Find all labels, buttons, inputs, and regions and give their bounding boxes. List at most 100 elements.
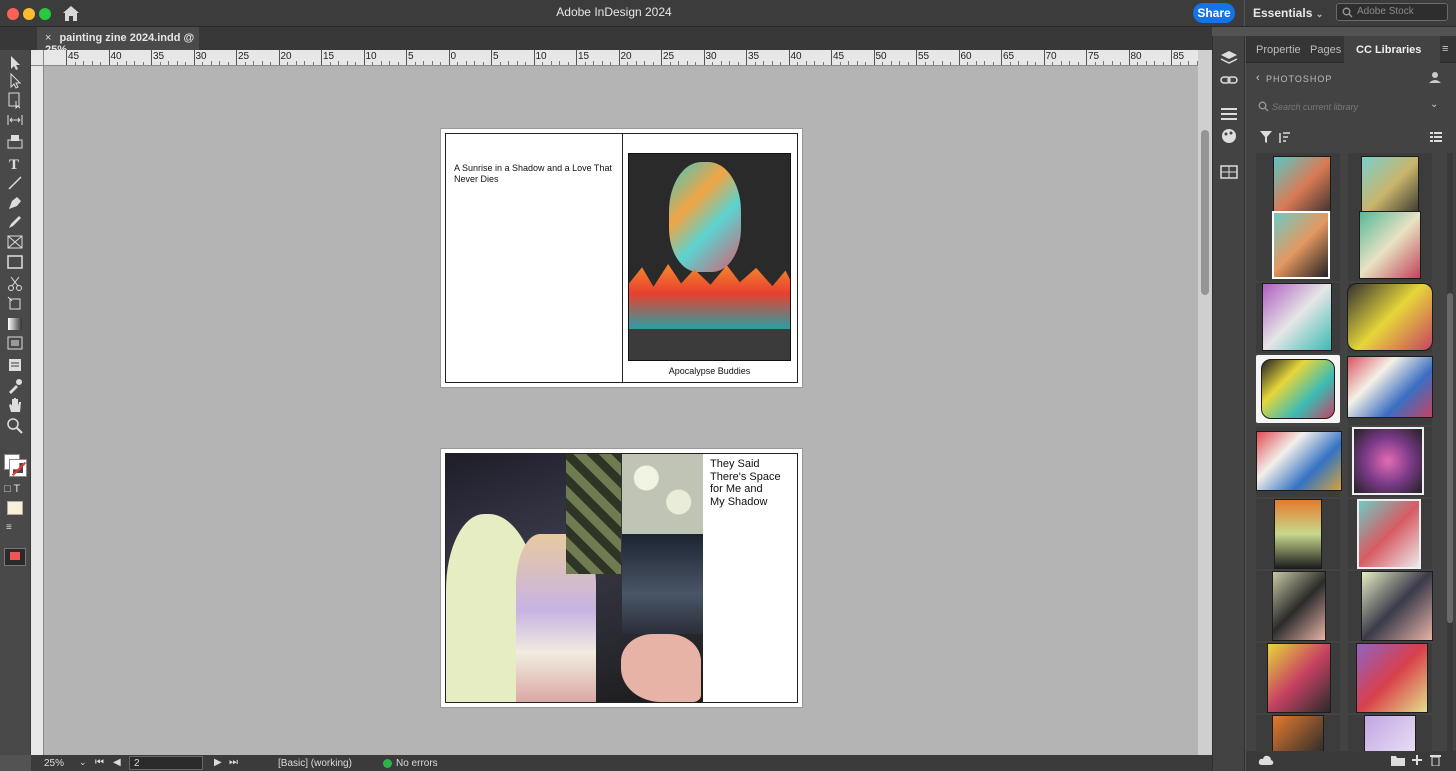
panel-scrollbar[interactable] (1447, 153, 1453, 751)
library-asset[interactable] (1347, 283, 1433, 353)
zoom-level[interactable]: 25% (44, 758, 64, 769)
library-asset[interactable] (1256, 283, 1340, 353)
adobe-stock-search[interactable]: Adobe Stock (1336, 3, 1448, 21)
artwork-image-shadow[interactable] (446, 454, 703, 702)
screen-mode-button[interactable]: ≡ (6, 522, 24, 536)
preflight-profile[interactable]: [Basic] (working) (278, 758, 352, 769)
status-ok-icon (383, 759, 392, 768)
links-icon[interactable] (1220, 72, 1238, 88)
artwork-text-line[interactable]: There's Space (710, 471, 781, 484)
vertical-scrollbar[interactable] (1198, 50, 1212, 755)
artwork-caption[interactable]: Apocalypse Buddies (628, 366, 791, 376)
folder-icon[interactable] (1391, 755, 1405, 766)
ruler-minor-tick (550, 61, 552, 65)
stroke-swatch[interactable] (9, 459, 27, 477)
preview-mode-button[interactable] (4, 548, 26, 566)
zoom-tool-icon[interactable] (6, 417, 24, 435)
chevron-down-icon[interactable]: ⌄ (1430, 99, 1438, 110)
next-page-icon[interactable]: ▶ (214, 757, 222, 768)
fill-stroke-icon[interactable] (4, 454, 27, 477)
cloud-icon[interactable] (1258, 755, 1274, 766)
workspace-switcher[interactable]: Essentials ⌄ (1244, 0, 1330, 26)
library-icon[interactable] (1220, 164, 1238, 180)
tab-pages[interactable]: Pages (1310, 44, 1341, 56)
gap-tool-icon[interactable] (6, 111, 24, 129)
document-tab[interactable]: ×painting zine 2024.indd @ 25% (37, 27, 199, 56)
library-asset[interactable] (1348, 571, 1433, 641)
library-asset[interactable] (1348, 499, 1432, 569)
selection-tool-icon[interactable] (6, 54, 24, 72)
chevron-down-icon[interactable]: ⌄ (79, 757, 87, 768)
library-asset[interactable] (1256, 499, 1340, 569)
library-asset[interactable] (1256, 643, 1340, 713)
library-asset[interactable] (1256, 715, 1340, 751)
note-tool-icon[interactable] (6, 356, 24, 374)
artwork-image-apocalypse-buddies[interactable] (628, 153, 791, 361)
last-page-icon[interactable]: ⏭ (229, 757, 238, 768)
content-collector-icon[interactable] (6, 132, 24, 150)
page-tool-icon[interactable] (6, 91, 24, 109)
list-view-icon[interactable] (1430, 131, 1442, 143)
sort-icon[interactable] (1279, 131, 1291, 143)
close-tab-icon[interactable]: × (45, 32, 51, 44)
pen-tool-icon[interactable] (6, 194, 24, 212)
filter-icon[interactable] (1260, 131, 1272, 143)
library-search-input[interactable]: Search current library ⌄ (1254, 96, 1446, 118)
page-number-field[interactable]: 2 (129, 756, 203, 770)
direct-selection-icon[interactable] (6, 72, 24, 90)
scrollbar-thumb[interactable] (1201, 130, 1209, 295)
layers-icon[interactable] (1220, 50, 1238, 66)
line-tool-icon[interactable] (6, 174, 24, 192)
free-transform-icon[interactable] (6, 295, 24, 313)
trash-icon[interactable] (1430, 754, 1441, 766)
ruler-label: 60 (960, 51, 972, 62)
vertical-ruler[interactable] (31, 66, 44, 755)
rectangle-tool-icon[interactable] (6, 253, 24, 271)
panel-scroll-thumb[interactable] (1447, 293, 1453, 623)
user-icon[interactable] (1428, 70, 1442, 84)
panel-menu-icon[interactable]: ≡ (1442, 43, 1448, 55)
library-asset[interactable] (1348, 715, 1432, 751)
cc-libraries-panel: Propertie Pages CC Libraries ≡ ‹ PHOTOSH… (1246, 36, 1456, 771)
ruler-origin[interactable] (31, 50, 44, 66)
panel-icon-strip (1212, 36, 1245, 771)
color-icon[interactable] (1220, 128, 1238, 144)
library-asset[interactable] (1347, 355, 1433, 425)
preflight-status[interactable]: No errors (396, 758, 438, 769)
spread-2[interactable]: They Said There's Space for Me and My Sh… (440, 448, 803, 708)
tab-cc-libraries[interactable]: CC Libraries (1344, 36, 1440, 63)
pasteboard[interactable]: A Sunrise in a Shadow and a Love That Ne… (44, 66, 1198, 755)
scissors-icon[interactable] (6, 275, 24, 293)
ruler-label: 35 (153, 51, 165, 62)
library-asset[interactable] (1348, 211, 1432, 281)
ruler-label: 80 (1130, 51, 1142, 62)
prev-page-icon[interactable]: ◀ (113, 757, 121, 768)
share-button[interactable]: Share (1193, 3, 1235, 23)
rectangle-frame-icon[interactable] (6, 233, 24, 251)
plus-icon[interactable] (1411, 754, 1423, 766)
library-asset[interactable] (1256, 571, 1340, 641)
artwork-text-line[interactable]: for Me and (710, 483, 763, 496)
library-asset[interactable] (1256, 211, 1340, 281)
horizontal-ruler[interactable]: 45 40 35 30 25 20 15 10 5 0 5 10 15 20 25 30 35 40 45 50 55 6… (44, 50, 1198, 66)
artwork-text-line[interactable]: They Said (710, 458, 760, 471)
normal-view-button[interactable] (7, 501, 23, 515)
first-page-icon[interactable]: ⏮ (95, 757, 104, 768)
library-asset[interactable] (1348, 643, 1432, 713)
library-asset[interactable] (1348, 427, 1432, 497)
pencil-tool-icon[interactable] (6, 213, 24, 231)
tab-properties[interactable]: Propertie (1256, 44, 1301, 56)
eyedropper-icon[interactable] (6, 377, 24, 395)
library-asset-selected[interactable] (1256, 355, 1340, 423)
spread-1[interactable]: A Sunrise in a Shadow and a Love That Ne… (440, 128, 803, 388)
back-chevron-icon[interactable]: ‹ (1256, 72, 1260, 84)
format-frame-toggle[interactable]: □ T (4, 483, 20, 495)
gradient-feather-icon[interactable] (6, 334, 24, 352)
library-asset[interactable] (1256, 427, 1342, 497)
artwork-text-line[interactable]: My Shadow (710, 496, 767, 509)
type-tool-icon[interactable]: T (6, 154, 24, 172)
gradient-swatch-icon[interactable] (6, 315, 24, 333)
stroke-icon[interactable] (1220, 106, 1238, 122)
artwork-title-text[interactable]: A Sunrise in a Shadow and a Love That Ne… (454, 163, 616, 185)
hand-tool-icon[interactable] (6, 396, 24, 414)
